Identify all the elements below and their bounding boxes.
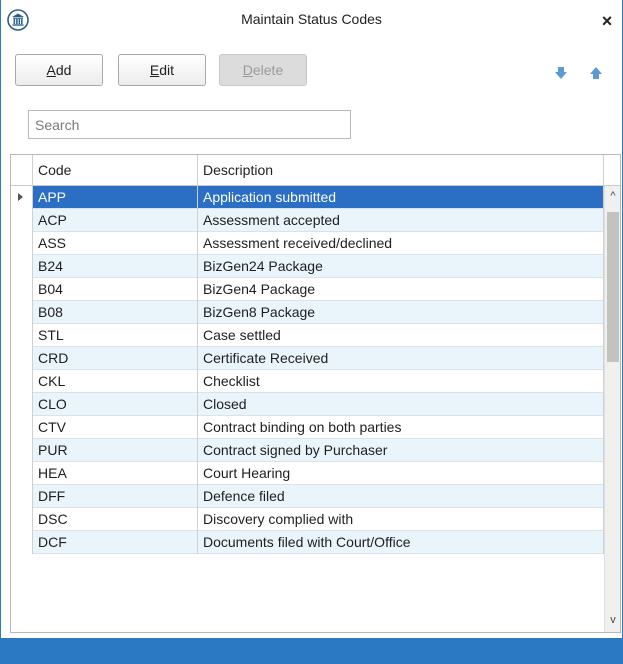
title-bar: Maintain Status Codes × — [1, 0, 622, 40]
cell-code: B04 — [33, 278, 198, 301]
cell-code: CRD — [33, 347, 198, 370]
cell-code: APP — [33, 186, 198, 209]
edit-button[interactable]: Edit — [118, 54, 206, 86]
row-indicator — [11, 485, 33, 508]
delete-label: elete — [252, 62, 284, 78]
cell-code: DSC — [33, 508, 198, 531]
cell-description: Application submitted — [198, 186, 604, 209]
vertical-scrollbar[interactable]: ^ v — [604, 186, 620, 632]
add-mnemonic: A — [46, 62, 56, 78]
cell-code: ACP — [33, 209, 198, 232]
cell-description: Discovery complied with — [198, 508, 604, 531]
row-indicator — [11, 186, 33, 209]
window-title: Maintain Status Codes — [241, 11, 382, 27]
cell-code: DFF — [33, 485, 198, 508]
cell-description: Assessment accepted — [198, 209, 604, 232]
column-header-description[interactable]: Description — [198, 155, 604, 186]
table-row[interactable]: ACP Assessment accepted — [11, 209, 604, 232]
edit-label: dit — [159, 62, 175, 78]
cell-code: HEA — [33, 462, 198, 485]
cell-code: B24 — [33, 255, 198, 278]
cell-description: Closed — [198, 393, 604, 416]
row-indicator — [11, 324, 33, 347]
cell-description: Contract binding on both parties — [198, 416, 604, 439]
row-indicator — [11, 416, 33, 439]
cell-code: PUR — [33, 439, 198, 462]
cell-description: Defence filed — [198, 485, 604, 508]
toolbar: Add Edit Delete — [1, 50, 622, 90]
maintain-status-codes-window: Maintain Status Codes × Add Edit Delete … — [0, 0, 623, 664]
column-header-code[interactable]: Code — [33, 155, 198, 186]
cell-description: BizGen4 Package — [198, 278, 604, 301]
row-indicator-header — [11, 155, 33, 186]
table-row[interactable]: APP Application submitted — [11, 186, 604, 209]
table-row[interactable]: STL Case settled — [11, 324, 604, 347]
edit-mnemonic: E — [149, 62, 160, 78]
cell-code: CLO — [33, 393, 198, 416]
table-row[interactable]: B24 BizGen24 Package — [11, 255, 604, 278]
row-indicator — [11, 347, 33, 370]
cell-description: BizGen24 Package — [198, 255, 604, 278]
row-indicator — [11, 370, 33, 393]
scroll-up-button[interactable]: ^ — [605, 190, 620, 204]
cell-description: Court Hearing — [198, 462, 604, 485]
cell-description: Assessment received/declined — [198, 232, 604, 255]
cell-description: Case settled — [198, 324, 604, 347]
table-row[interactable]: B04 BizGen4 Package — [11, 278, 604, 301]
table-row[interactable]: PUR Contract signed by Purchaser — [11, 439, 604, 462]
cell-code: B08 — [33, 301, 198, 324]
row-indicator — [11, 209, 33, 232]
cell-description: BizGen8 Package — [198, 301, 604, 324]
grid-rows: APP Application submitted ACP Assessment… — [11, 186, 604, 554]
row-indicator — [11, 232, 33, 255]
cell-description: Certificate Received — [198, 347, 604, 370]
table-row[interactable]: B08 BizGen8 Package — [11, 301, 604, 324]
cell-code: DCF — [33, 531, 198, 554]
cell-code: ASS — [33, 232, 198, 255]
scroll-down-button[interactable]: v — [605, 614, 620, 628]
row-indicator — [11, 439, 33, 462]
row-indicator — [11, 393, 33, 416]
cell-code: STL — [33, 324, 198, 347]
cell-code: CTV — [33, 416, 198, 439]
status-bar — [1, 638, 623, 664]
status-codes-grid: Code Description APP Application submitt… — [10, 154, 621, 633]
table-row[interactable]: ASS Assessment received/declined — [11, 232, 604, 255]
delete-mnemonic: D — [242, 62, 253, 78]
table-row[interactable]: HEA Court Hearing — [11, 462, 604, 485]
search-input[interactable] — [28, 110, 351, 139]
table-row[interactable]: CKL Checklist — [11, 370, 604, 393]
cell-code: CKL — [33, 370, 198, 393]
add-label: dd — [55, 62, 72, 78]
row-indicator — [11, 278, 33, 301]
table-row[interactable]: CLO Closed — [11, 393, 604, 416]
current-row-marker-icon — [18, 193, 23, 201]
table-row[interactable]: DSC Discovery complied with — [11, 508, 604, 531]
row-indicator — [11, 531, 33, 554]
table-row[interactable]: DCF Documents filed with Court/Office — [11, 531, 604, 554]
cell-description: Documents filed with Court/Office — [198, 531, 604, 554]
arrow-down-icon[interactable] — [554, 66, 568, 80]
cell-description: Contract signed by Purchaser — [198, 439, 604, 462]
grid-header: Code Description — [11, 155, 620, 186]
row-indicator — [11, 462, 33, 485]
scroll-thumb[interactable] — [607, 212, 619, 362]
table-row[interactable]: CRD Certificate Received — [11, 347, 604, 370]
table-row[interactable]: CTV Contract binding on both parties — [11, 416, 604, 439]
row-indicator — [11, 508, 33, 531]
table-row[interactable]: DFF Defence filed — [11, 485, 604, 508]
row-indicator — [11, 301, 33, 324]
add-button[interactable]: Add — [15, 54, 103, 86]
close-button[interactable]: × — [598, 12, 616, 30]
cell-description: Checklist — [198, 370, 604, 393]
delete-button[interactable]: Delete — [219, 54, 307, 86]
arrow-up-icon[interactable] — [589, 66, 603, 80]
row-indicator — [11, 255, 33, 278]
